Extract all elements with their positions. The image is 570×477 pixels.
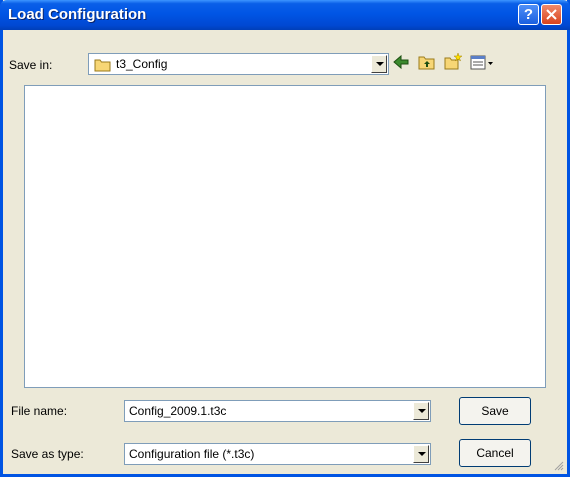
folder-icon bbox=[94, 59, 111, 72]
save-in-value: t3_Config bbox=[116, 57, 168, 71]
file-name-dropdown-button[interactable] bbox=[413, 402, 429, 420]
back-icon[interactable] bbox=[391, 52, 411, 72]
save-in-label: Save in: bbox=[9, 58, 53, 72]
cancel-button[interactable]: Cancel bbox=[459, 439, 531, 467]
help-button[interactable]: ? bbox=[518, 4, 539, 25]
save-as-type-select[interactable]: Configuration file (*.t3c) bbox=[124, 443, 431, 465]
save-as-type-dropdown-button[interactable] bbox=[413, 445, 429, 463]
file-list[interactable] bbox=[24, 85, 546, 388]
file-name-label: File name: bbox=[11, 404, 68, 418]
save-in-dropdown-button[interactable] bbox=[371, 55, 387, 73]
new-folder-icon[interactable] bbox=[443, 52, 463, 72]
load-configuration-dialog: Load Configuration ? Save in: t3_Config bbox=[0, 0, 570, 477]
resize-grip-icon[interactable] bbox=[554, 461, 564, 471]
file-name-value: Config_2009.1.t3c bbox=[129, 404, 227, 418]
close-button[interactable] bbox=[541, 4, 562, 25]
save-as-type-label: Save as type: bbox=[11, 447, 84, 461]
close-icon bbox=[546, 9, 557, 20]
save-in-combo[interactable]: t3_Config bbox=[88, 53, 389, 75]
save-button[interactable]: Save bbox=[459, 397, 531, 425]
save-as-type-value: Configuration file (*.t3c) bbox=[129, 447, 255, 461]
up-folder-icon[interactable] bbox=[417, 52, 437, 72]
view-menu-icon[interactable] bbox=[469, 52, 495, 72]
file-name-input[interactable]: Config_2009.1.t3c bbox=[124, 400, 431, 422]
title-bar[interactable]: Load Configuration ? bbox=[0, 0, 570, 30]
dialog-title: Load Configuration bbox=[8, 6, 147, 23]
